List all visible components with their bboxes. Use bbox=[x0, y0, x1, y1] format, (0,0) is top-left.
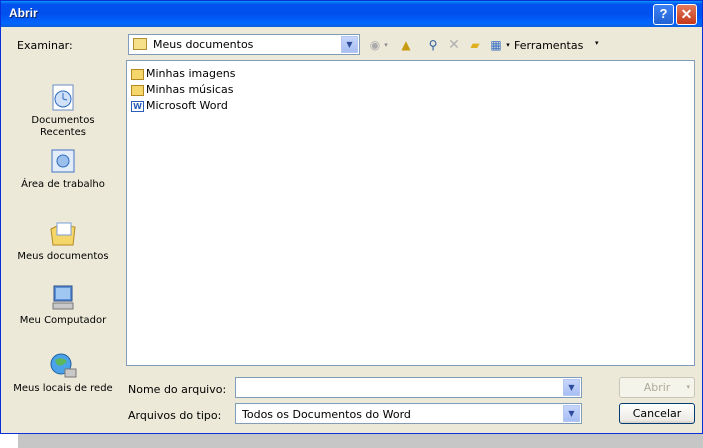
up-one-level-icon[interactable]: ▲ bbox=[398, 37, 414, 53]
place-label: Meu Computador bbox=[19, 315, 107, 326]
my-documents-icon bbox=[133, 38, 147, 50]
chevron-down-icon[interactable]: ▼ bbox=[341, 36, 358, 53]
dialog-title: Abrir bbox=[9, 6, 38, 20]
open-dropdown-icon[interactable]: ▾ bbox=[686, 378, 690, 397]
place-recent-documents[interactable]: Documentos Recentes bbox=[7, 83, 119, 139]
look-in-label: Examinar: bbox=[17, 39, 73, 52]
filetype-value: Todos os Documentos do Word bbox=[242, 408, 411, 421]
open-button[interactable]: Abrir ▾ bbox=[619, 377, 695, 398]
delete-icon[interactable]: ✕ bbox=[446, 37, 462, 53]
place-desktop[interactable]: Área de trabalho bbox=[7, 147, 119, 191]
tools-dropdown-icon[interactable]: ▾ bbox=[595, 39, 599, 47]
file-name: Minhas músicas bbox=[146, 83, 234, 96]
new-folder-icon[interactable]: ▰ bbox=[467, 37, 483, 53]
file-name: Microsoft Word bbox=[146, 99, 228, 112]
look-in-value: Meus documentos bbox=[153, 38, 254, 51]
network-places-icon bbox=[47, 351, 79, 381]
list-item[interactable]: Minhas imagens bbox=[131, 66, 235, 81]
chevron-down-icon[interactable]: ▼ bbox=[563, 379, 580, 396]
my-documents-icon bbox=[47, 219, 79, 249]
place-label: Documentos Recentes bbox=[31, 115, 95, 138]
title-bar[interactable]: Abrir ? ✕ bbox=[1, 1, 702, 27]
list-item[interactable]: Minhas músicas bbox=[131, 82, 233, 97]
filename-input[interactable] bbox=[238, 380, 558, 394]
help-button[interactable]: ? bbox=[653, 4, 674, 25]
folder-icon bbox=[131, 84, 144, 96]
back-dropdown-icon[interactable]: ▾ bbox=[382, 37, 390, 53]
back-icon[interactable]: ◉ bbox=[367, 37, 383, 53]
file-name: Minhas imagens bbox=[146, 67, 236, 80]
filetype-dropdown[interactable]: Todos os Documentos do Word ▼ bbox=[235, 403, 582, 424]
list-item[interactable]: W Microsoft Word bbox=[131, 98, 228, 113]
filename-field[interactable]: ▼ bbox=[235, 377, 582, 398]
cancel-button[interactable]: Cancelar bbox=[619, 403, 695, 424]
views-icon[interactable]: ▦ bbox=[488, 37, 504, 53]
window-shadow bbox=[18, 434, 703, 448]
search-web-icon[interactable]: ⚲ bbox=[425, 37, 441, 53]
my-computer-icon bbox=[47, 283, 79, 313]
close-button[interactable]: ✕ bbox=[676, 4, 697, 25]
chevron-down-icon[interactable]: ▼ bbox=[563, 405, 580, 422]
place-network[interactable]: Meus locais de rede bbox=[7, 351, 119, 395]
views-dropdown-icon[interactable]: ▾ bbox=[504, 37, 512, 53]
place-label: Meus documentos bbox=[17, 251, 109, 262]
look-in-dropdown[interactable]: Meus documentos ▼ bbox=[128, 34, 360, 55]
places-bar: Documentos Recentes Área de trabalho Meu… bbox=[7, 61, 119, 428]
recent-documents-icon bbox=[47, 83, 79, 113]
word-document-icon: W bbox=[131, 100, 144, 112]
place-my-documents[interactable]: Meus documentos bbox=[7, 219, 119, 263]
open-dialog: Abrir ? ✕ Examinar: Meus documentos ▼ ◉ … bbox=[0, 0, 703, 434]
filename-label: Nome do arquivo: bbox=[128, 383, 227, 396]
filetype-label: Arquivos do tipo: bbox=[128, 409, 222, 422]
folder-icon bbox=[131, 68, 144, 80]
place-label: Área de trabalho bbox=[21, 179, 105, 190]
tools-menu[interactable]: Ferramentas bbox=[514, 39, 583, 52]
place-my-computer[interactable]: Meu Computador bbox=[7, 283, 119, 327]
open-button-label: Abrir bbox=[643, 381, 671, 394]
file-list[interactable]: Minhas imagens Minhas músicas W Microsoft… bbox=[126, 60, 695, 366]
desktop-icon bbox=[47, 147, 79, 177]
place-label: Meus locais de rede bbox=[13, 383, 113, 394]
